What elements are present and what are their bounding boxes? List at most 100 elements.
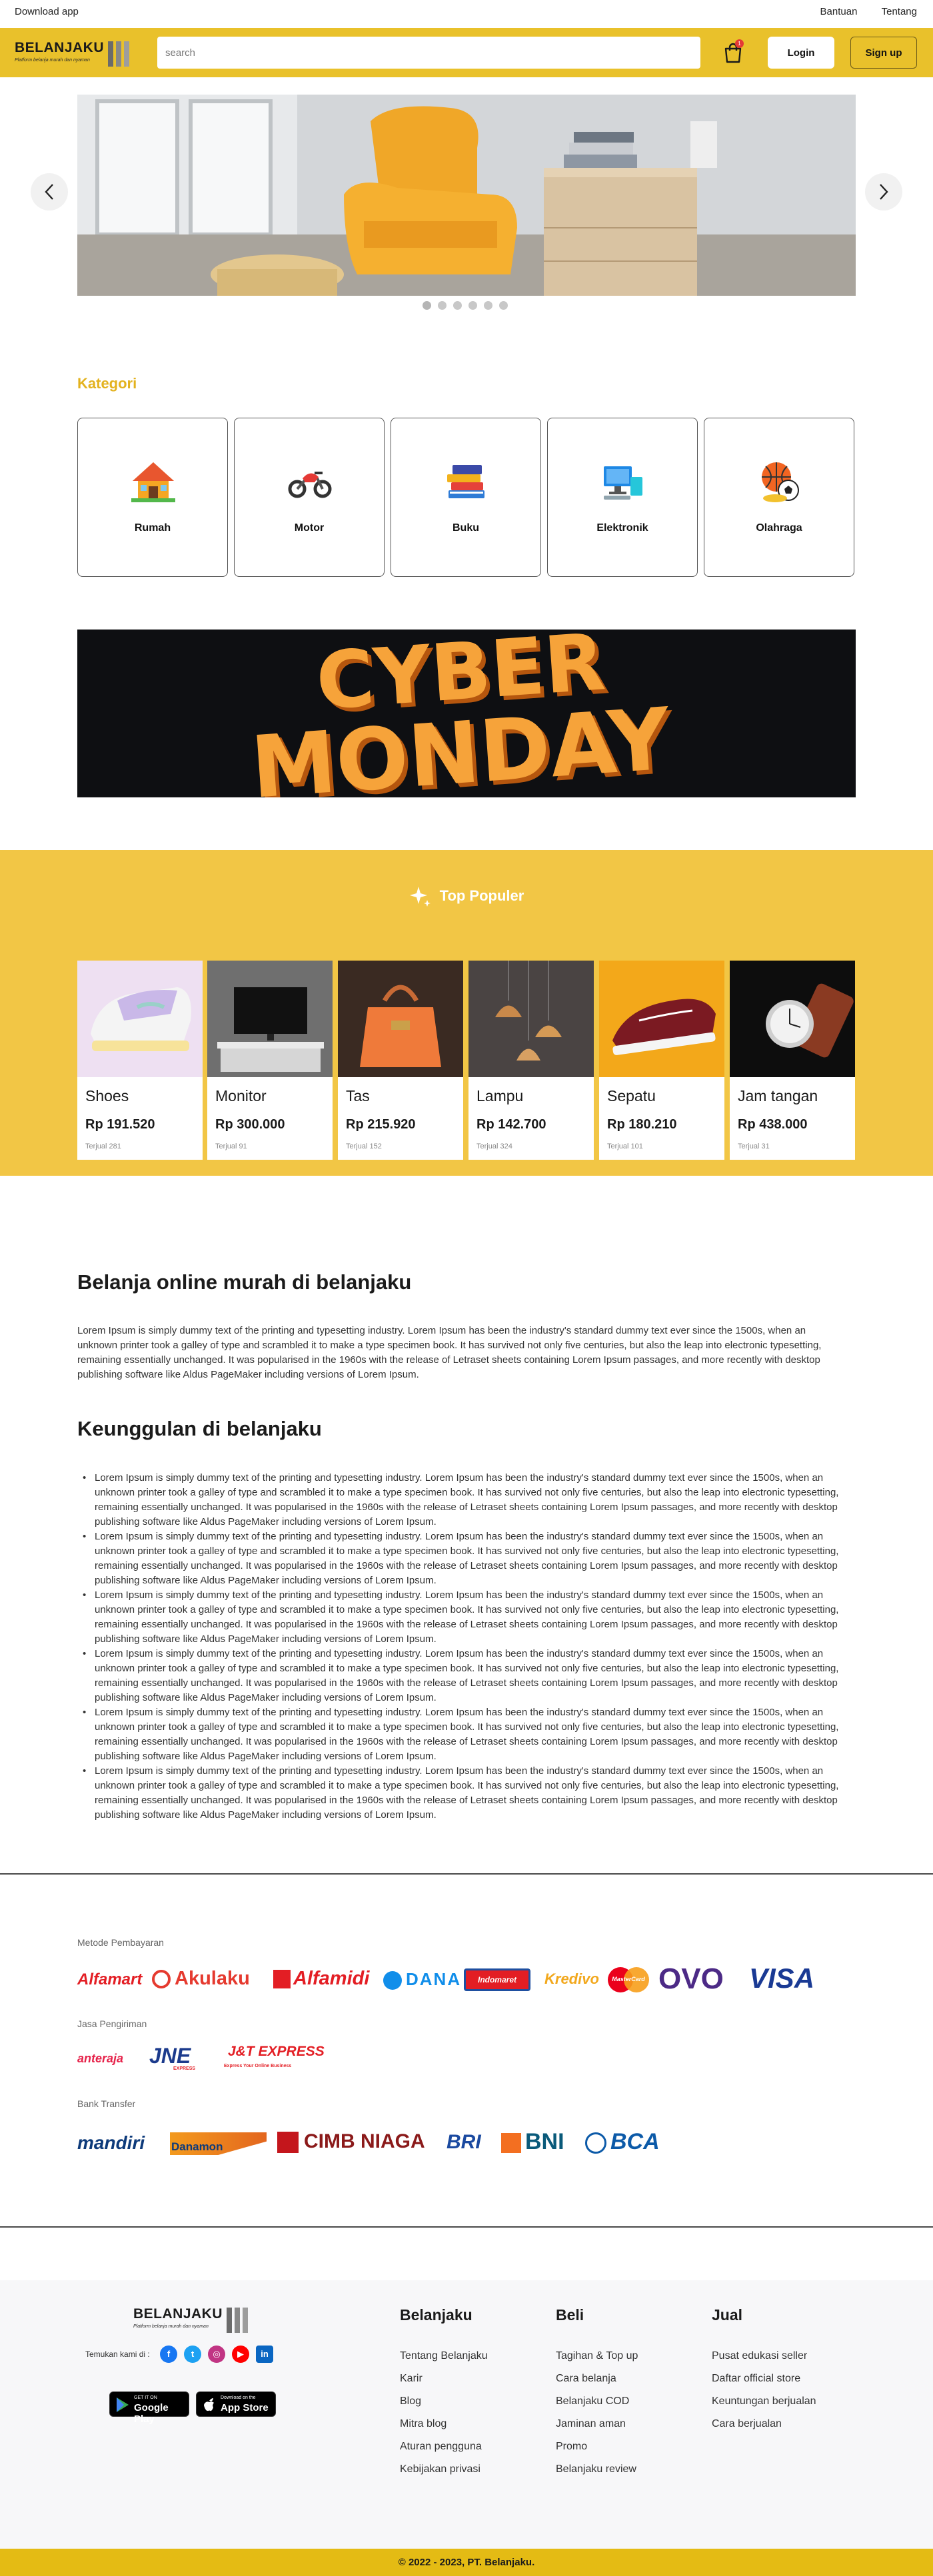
footer-col-title: Belanjaku: [400, 2306, 472, 2324]
product-name: Sepatu: [607, 1087, 656, 1104]
top-links: Bantuan Tentang: [799, 6, 917, 17]
footer-link[interactable]: Belanjaku COD: [556, 2395, 629, 2407]
category-card-olahraga[interactable]: Olahraga: [704, 418, 854, 577]
carousel-dot[interactable]: [499, 301, 508, 310]
footer-link[interactable]: Cara berjualan: [712, 2418, 782, 2430]
jnt-sub: Express Your Online Business: [224, 2064, 292, 2068]
bca-logo: BCA: [585, 2129, 660, 2155]
category-card-buku[interactable]: Buku: [391, 418, 541, 577]
login-button[interactable]: Login: [768, 37, 834, 69]
carousel-dot[interactable]: [423, 301, 431, 310]
product-card[interactable]: Shoes Rp 191.520 Terjual 281: [77, 961, 203, 1160]
dana-logo: DANA: [383, 1969, 461, 1990]
about-title: Belanja online murah di belanjaku: [77, 1270, 412, 1294]
footer-link[interactable]: Promo: [556, 2441, 587, 2453]
ovo-logo: OVO: [658, 1962, 724, 1995]
category-card-elektronik[interactable]: Elektronik: [547, 418, 698, 577]
footer-link[interactable]: Keuntungan berjualan: [712, 2395, 816, 2407]
footer-link[interactable]: Tentang Belanjaku: [400, 2350, 488, 2362]
hero-carousel: [77, 95, 856, 296]
category-card-rumah[interactable]: Rumah: [77, 418, 228, 577]
alfamart-logo: Alfamart: [77, 1970, 143, 1988]
product-sold: Terjual 91: [215, 1142, 247, 1150]
hero-prev-button[interactable]: [31, 173, 68, 211]
divider: [0, 2226, 933, 2228]
bni-logo: BNI: [501, 2129, 564, 2155]
bca-text: BCA: [610, 2129, 660, 2154]
motorcycle-icon: [288, 472, 332, 498]
app-store-big: App Store: [221, 2402, 269, 2413]
logo-bars-icon: [108, 41, 133, 67]
product-card[interactable]: Monitor Rp 300.000 Terjual 91: [207, 961, 333, 1160]
facebook-icon[interactable]: f: [160, 2346, 177, 2363]
app-store-button[interactable]: Download on the App Store: [196, 2391, 276, 2417]
jnt-logo: J&T EXPRESS Express Your Online Business: [224, 2044, 325, 2073]
footer-logo[interactable]: BELANJAKU Platform belanja murah dan nya…: [133, 2306, 252, 2334]
carousel-dot[interactable]: [438, 301, 447, 310]
header: BELANJAKU Platform belanja murah dan nya…: [0, 28, 933, 77]
footer-link[interactable]: Tagihan & Top up: [556, 2350, 638, 2362]
alfamidi-text: Alfamidi: [293, 1968, 370, 1989]
hero-next-button[interactable]: [865, 173, 902, 211]
about-link[interactable]: Tentang: [882, 6, 917, 17]
footer-link[interactable]: Kebijakan privasi: [400, 2463, 480, 2475]
dana-text: DANA: [406, 1969, 462, 1989]
product-card[interactable]: Jam tangan Rp 438.000 Terjual 31: [730, 961, 855, 1160]
footer-link[interactable]: Cara belanja: [556, 2373, 616, 2385]
cyber-monday-banner[interactable]: CYBER CYBER MONDAY MONDAY: [77, 630, 856, 797]
indomaret-logo: Indomaret: [464, 1968, 530, 1991]
google-play-button[interactable]: GET IT ON Google Play: [109, 2391, 189, 2425]
carousel-dot[interactable]: [484, 301, 492, 310]
download-app-link[interactable]: Download app: [15, 6, 79, 17]
footer-link[interactable]: Belanjaku review: [556, 2463, 636, 2475]
product-sold: Terjual 152: [346, 1142, 382, 1150]
footer-link[interactable]: Pusat edukasi seller: [712, 2350, 807, 2362]
jne-logo: JNE EXPRESS: [149, 2044, 207, 2073]
books-icon: [447, 465, 484, 498]
chevron-left-icon: [45, 184, 53, 200]
jne-sub: EXPRESS: [173, 2066, 196, 2071]
footer-link[interactable]: Jaminan aman: [556, 2418, 626, 2430]
help-link[interactable]: Bantuan: [820, 6, 858, 17]
list-item: Lorem Ipsum is simply dummy text of the …: [83, 1705, 842, 1764]
footer-col-title: Beli: [556, 2306, 584, 2324]
logo[interactable]: BELANJAKU Platform belanja murah dan nya…: [15, 40, 133, 68]
hero-image: [77, 95, 856, 296]
twitter-icon[interactable]: t: [184, 2346, 201, 2363]
product-name: Monitor: [215, 1087, 267, 1104]
footer-link[interactable]: Mitra blog: [400, 2418, 447, 2430]
carousel-dot[interactable]: [453, 301, 462, 310]
top-popular-heading: Top Populer: [0, 885, 933, 908]
mastercard-logo: MasterCard: [608, 1967, 649, 1992]
copyright: © 2022 - 2023, PT. Belanjaku.: [0, 2549, 933, 2576]
logo-bars-icon: [227, 2308, 252, 2333]
sparkle-icon: [409, 887, 431, 907]
product-name: Jam tangan: [738, 1087, 818, 1104]
product-name: Lampu: [476, 1087, 524, 1104]
product-image: [207, 961, 333, 1077]
anteraja-logo: anteraja: [77, 2052, 124, 2065]
footer-link[interactable]: Aturan pengguna: [400, 2441, 482, 2453]
list-item: Lorem Ipsum is simply dummy text of the …: [83, 1764, 842, 1823]
search-input[interactable]: [157, 37, 700, 69]
footer-col-title: Jual: [712, 2306, 743, 2324]
category-label: Buku: [453, 522, 479, 534]
banner-image: CYBER CYBER MONDAY MONDAY: [77, 630, 856, 797]
footer-link[interactable]: Karir: [400, 2373, 423, 2385]
instagram-icon[interactable]: ◎: [208, 2346, 225, 2363]
product-card[interactable]: Lampu Rp 142.700 Terjual 324: [468, 961, 594, 1160]
shipping-label: Jasa Pengiriman: [77, 2018, 147, 2029]
computer-icon: [604, 466, 642, 500]
signup-button[interactable]: Sign up: [850, 37, 917, 69]
linkedin-icon[interactable]: in: [256, 2346, 273, 2363]
footer-link[interactable]: Blog: [400, 2395, 421, 2407]
footer-link[interactable]: Daftar official store: [712, 2373, 800, 2385]
product-card[interactable]: Tas Rp 215.920 Terjual 152: [338, 961, 463, 1160]
carousel-dot[interactable]: [468, 301, 477, 310]
product-price: Rp 438.000: [738, 1117, 808, 1132]
category-card-motor[interactable]: Motor: [234, 418, 385, 577]
youtube-icon[interactable]: ▶: [232, 2346, 249, 2363]
visa-logo: VISA: [749, 1962, 815, 1994]
cimb-text: CIMB NIAGA: [304, 2130, 425, 2152]
product-card[interactable]: Sepatu Rp 180.210 Terjual 101: [599, 961, 724, 1160]
